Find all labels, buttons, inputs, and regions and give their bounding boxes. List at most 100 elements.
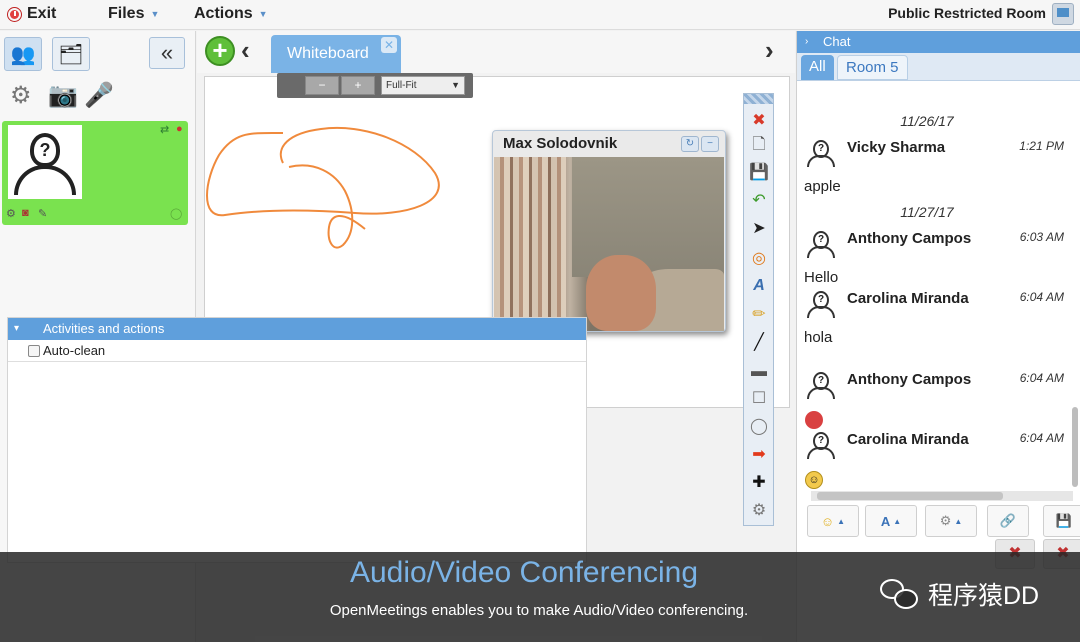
settings-gear-icon[interactable]: ⚙ <box>10 81 32 110</box>
underline-tool-icon[interactable]: ▬ <box>747 360 771 384</box>
chat-message: hola <box>804 329 833 346</box>
watermark: 程序猿DD <box>880 576 1039 612</box>
chat-tabs: All Room 5 <box>797 53 1080 81</box>
zoom-in-button[interactable]: + <box>341 76 375 95</box>
tab-room-5[interactable]: Room 5 <box>837 55 908 80</box>
new-page-icon[interactable]: 🗋 <box>747 134 771 158</box>
zoom-toolbar: − + Full-Fit ▼ <box>277 73 473 98</box>
toolbar-settings-icon[interactable]: ⚙ <box>747 498 771 522</box>
exit-label: Exit <box>27 5 57 22</box>
tab-whiteboard[interactable]: Whiteboard ✕ <box>271 35 401 73</box>
scroll-thumb[interactable] <box>817 492 1003 500</box>
emoticon-button[interactable]: ☺ ▲ <box>807 505 859 537</box>
avatar: ? <box>807 431 835 459</box>
close-icon[interactable]: ✖ <box>747 108 771 132</box>
chat-sender: Anthony Campos <box>847 371 972 388</box>
activities-title: Activities and actions <box>43 321 165 336</box>
avatar-head: ? <box>30 133 60 167</box>
exit-menu[interactable]: Exit <box>8 5 56 23</box>
save-chat-button[interactable]: 💾 <box>1043 505 1080 537</box>
refresh-icon[interactable]: ⇄ <box>160 123 169 136</box>
link-icon: 🔗 <box>999 513 1017 528</box>
folder-icon: 🗂 <box>58 43 84 66</box>
files-tab[interactable]: 🗂 <box>52 37 90 71</box>
files-menu[interactable]: Files ▼ <box>108 5 159 23</box>
exit-icon <box>8 7 21 21</box>
chat-toolbar: ☺ ▲ A ▲ ⚙ ▲ 🔗 💾 <box>807 505 1080 539</box>
zoom-mode-value: Full-Fit <box>386 80 417 91</box>
close-tab-icon[interactable]: ✕ <box>381 37 397 53</box>
chevron-down-icon: ▼ <box>150 9 160 19</box>
arrow-tool-icon[interactable]: ➡ <box>747 442 771 466</box>
smile-emoji-icon: ☺ <box>805 471 823 489</box>
smile-icon: ☺ <box>820 513 835 529</box>
chevron-right-icon: › <box>805 36 809 47</box>
angry-emoji-icon <box>805 411 823 429</box>
save-icon[interactable]: 💾 <box>747 160 771 184</box>
zoom-out-button[interactable]: − <box>305 76 339 95</box>
record-icon[interactable]: ● <box>176 123 183 135</box>
face-image <box>586 255 656 331</box>
pointer-icon[interactable]: ➤ <box>747 216 771 240</box>
ellipse-tool-icon[interactable]: ◯ <box>747 414 771 438</box>
users-icon: 👥 <box>10 43 36 66</box>
line-tool-icon[interactable]: ╱ <box>747 330 771 354</box>
insert-link-button[interactable]: 🔗 <box>987 505 1029 537</box>
chat-date: 11/27/17 <box>900 204 954 220</box>
users-tab[interactable]: 👥 <box>4 37 42 71</box>
user-mic-icon[interactable]: ✎ <box>38 207 47 220</box>
chat-header[interactable]: › Chat <box>797 31 1080 53</box>
tab-all[interactable]: All <box>801 55 834 80</box>
chat-message: Hello <box>804 269 839 286</box>
chat-horizontal-scrollbar[interactable] <box>811 491 1073 501</box>
add-whiteboard-button[interactable]: + <box>205 36 235 66</box>
actions-menu[interactable]: Actions ▼ <box>194 5 268 23</box>
save-icon: 💾 <box>1055 513 1073 528</box>
toolbar-drag-handle[interactable] <box>744 94 773 104</box>
font-icon: A <box>880 513 891 529</box>
chat-vertical-scrollbar[interactable] <box>1072 407 1078 487</box>
toolbox-icon[interactable]: ✚ <box>747 470 771 494</box>
whiteboard-header: + ‹ Whiteboard ✕ › <box>197 31 795 73</box>
avatar-body <box>14 165 76 195</box>
chevron-up-icon: ▲ <box>837 516 846 526</box>
avatar: ? <box>807 290 835 318</box>
microphone-icon[interactable]: 🎤 <box>84 81 114 110</box>
auto-clean-row: Auto-clean <box>8 340 586 362</box>
wall-image <box>572 157 724 277</box>
undo-icon[interactable]: ↶ <box>747 188 771 212</box>
chevron-up-icon: ▲ <box>893 516 902 526</box>
video-minimize-icon[interactable]: − <box>701 136 719 152</box>
rectangle-tool-icon[interactable]: ☐ <box>747 386 771 410</box>
chat-sender: Carolina Miranda <box>847 431 969 448</box>
chevron-down-icon: ▼ <box>258 9 268 19</box>
font-style-button[interactable]: A ▲ <box>865 505 917 537</box>
chat-date: 11/26/17 <box>900 113 954 129</box>
chat-message: apple <box>804 178 841 195</box>
actions-label: Actions <box>194 5 253 22</box>
user-card[interactable]: ? ⇄ ● ⚙ ◙ ✎ ◯ <box>2 121 188 225</box>
chevron-right-icon[interactable]: › <box>765 35 774 66</box>
collapse-panel-button[interactable]: « <box>149 37 185 69</box>
video-window[interactable]: Max Solodovnik ↻ − <box>492 130 726 332</box>
watermark-text: 程序猿DD <box>928 582 1040 610</box>
chat-sender: Carolina Miranda <box>847 290 969 307</box>
pointer-highlight-icon[interactable]: ◎ <box>747 246 771 270</box>
webcam-off-icon[interactable]: 📷 <box>48 81 78 110</box>
text-tool-icon[interactable]: A <box>747 274 771 298</box>
user-camera-icon[interactable]: ◙ <box>22 207 29 219</box>
chevron-down-icon: ▾ <box>14 323 20 334</box>
chat-panel: › Chat All Room 5 11/26/17 ? Vicky Sharm… <box>796 31 1080 642</box>
chat-time: 1:21 PM <box>1019 139 1064 153</box>
video-refresh-icon[interactable]: ↻ <box>681 136 699 152</box>
chat-settings-button[interactable]: ⚙ ▲ <box>925 505 977 537</box>
chevron-up-icon: ▲ <box>954 516 963 526</box>
pencil-icon[interactable]: ✏ <box>747 302 771 326</box>
zoom-mode-select[interactable]: Full-Fit ▼ <box>381 76 465 95</box>
user-settings-icon[interactable]: ⚙ <box>6 207 16 220</box>
auto-clean-checkbox[interactable] <box>28 344 40 357</box>
chevron-down-icon: ▼ <box>451 80 460 90</box>
chevron-left-icon[interactable]: ‹ <box>241 35 250 66</box>
activities-header[interactable]: ▾ Activities and actions <box>8 318 586 340</box>
room-info-icon[interactable] <box>1052 3 1074 25</box>
